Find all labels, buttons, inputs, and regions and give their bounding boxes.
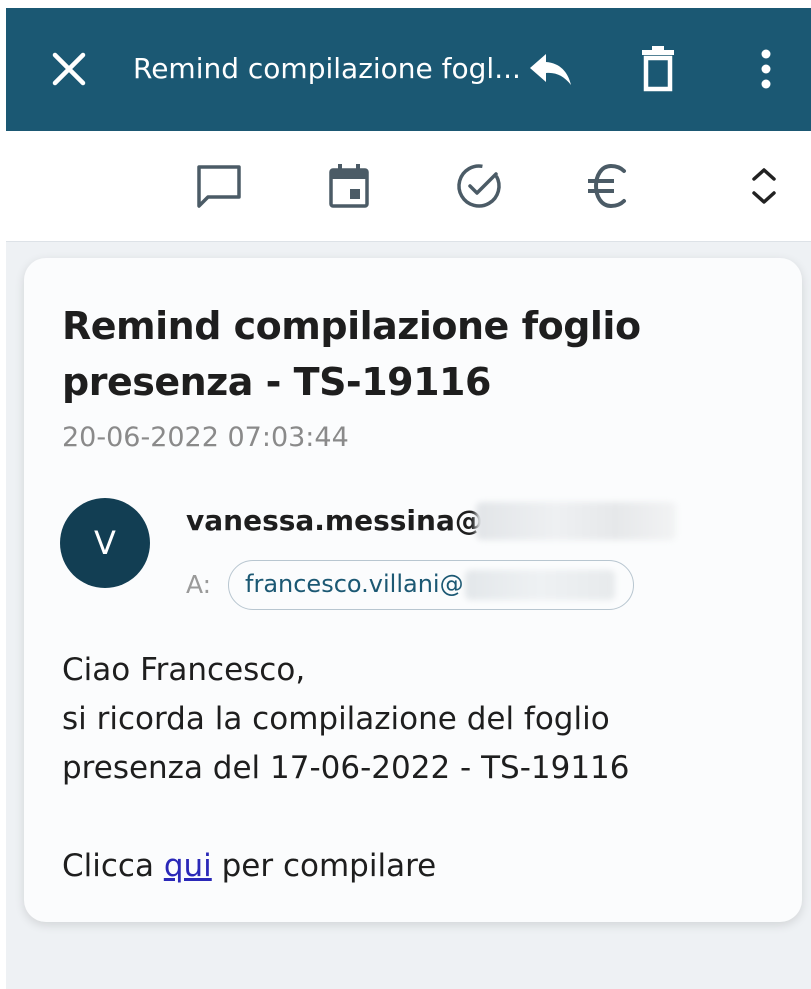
calendar-icon[interactable] (324, 161, 374, 211)
close-icon[interactable] (48, 48, 90, 90)
email-card: Remind compilazione foglio presenza - TS… (24, 258, 802, 922)
avatar: V (60, 498, 150, 588)
recipient-chip[interactable]: francesco.villani@ (228, 560, 634, 610)
reply-icon[interactable] (526, 48, 574, 90)
body-line: presenza del 17-06-2022 - TS-19116 (62, 750, 630, 786)
cta-prefix: Clicca (62, 848, 164, 884)
body-cta: Clicca qui per compilare (62, 842, 782, 891)
screen: Remind compilazione fogl... Remind compi… (6, 8, 811, 989)
redacted-domain (476, 502, 676, 540)
body-line: si ricorda la compilazione del foglio (62, 701, 610, 737)
euro-icon[interactable] (584, 161, 634, 211)
compile-link[interactable]: qui (164, 848, 212, 884)
action-toolbar (6, 131, 811, 242)
avatar-initial: V (94, 524, 116, 562)
recipient-address: francesco.villani@ (245, 570, 464, 598)
email-date: 20-06-2022 07:03:44 (62, 422, 349, 453)
trash-icon[interactable] (638, 44, 678, 94)
app-bar: Remind compilazione fogl... (6, 8, 811, 131)
check-circle-icon[interactable] (454, 161, 504, 211)
comment-icon[interactable] (194, 161, 244, 211)
body-greeting: Ciao Francesco, (62, 652, 306, 688)
email-subject: Remind compilazione foglio presenza - TS… (62, 304, 641, 404)
app-bar-title: Remind compilazione fogl... (133, 52, 521, 85)
to-label: A: (186, 570, 212, 599)
sender-address[interactable]: vanessa.messina@ (186, 504, 483, 537)
more-vert-icon[interactable] (748, 44, 784, 94)
expand-icon[interactable] (744, 161, 794, 211)
email-body: Ciao Francesco, si ricorda la compilazio… (62, 646, 782, 891)
cta-suffix: per compilare (211, 848, 437, 884)
redacted-domain (465, 570, 615, 600)
